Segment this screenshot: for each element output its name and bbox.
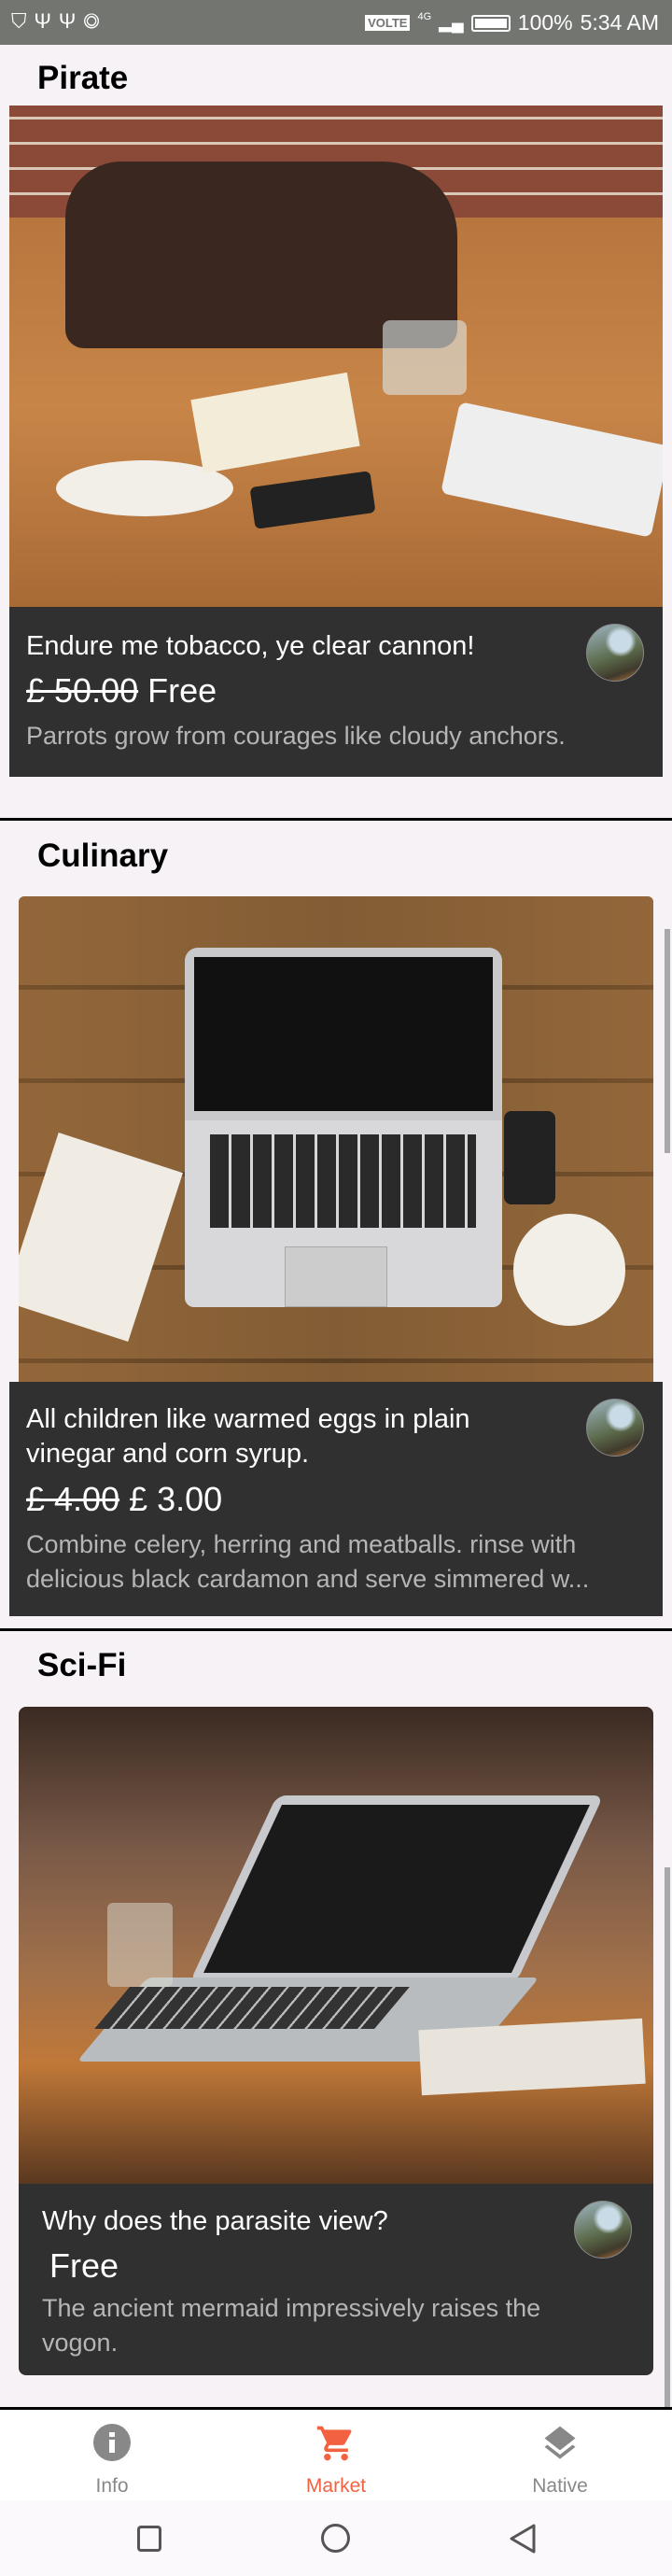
- usb-icon: Ψ: [58, 9, 84, 33]
- current-price: Free: [49, 2246, 119, 2285]
- section-divider: [0, 1628, 672, 1631]
- author-avatar[interactable]: [586, 624, 644, 682]
- volte-indicator: VOLTE: [365, 15, 411, 31]
- section-divider: [0, 818, 672, 821]
- product-card[interactable]: All children like warmed eggs in plain v…: [9, 896, 663, 1616]
- instagram-icon: ◎: [83, 9, 107, 33]
- scrollbar[interactable]: [665, 1867, 670, 2407]
- recents-icon[interactable]: [137, 2526, 161, 2552]
- card-title: All children like warmed eggs in plain v…: [26, 1404, 470, 1469]
- nav-label: Info: [95, 2475, 129, 2497]
- clock: 5:34 AM: [580, 10, 659, 35]
- old-price: £ 50.00: [26, 671, 139, 710]
- info-icon: [93, 2424, 131, 2461]
- nav-label: Market: [305, 2475, 367, 2497]
- author-avatar[interactable]: [574, 2201, 632, 2259]
- notification-icons: ⛉ΨΨ◎: [11, 9, 107, 34]
- product-card[interactable]: Why does the parasite view? Free The anc…: [19, 1707, 653, 2375]
- product-image: [19, 896, 653, 1382]
- status-bar: ⛉ΨΨ◎ VOLTE 4G ▂▄ 100% 5:34 AM: [0, 0, 672, 45]
- section-title-pirate: Pirate: [37, 60, 129, 96]
- card-info: Endure me tobacco, ye clear cannon! £ 50…: [9, 607, 663, 777]
- bottom-nav: Info Market Native: [0, 2407, 672, 2500]
- product-image: [19, 1707, 653, 2184]
- card-price: £ 50.00 Free: [26, 670, 217, 711]
- shield-icon: ⛉: [11, 9, 35, 33]
- card-description: The ancient mermaid impressively raises …: [42, 2294, 541, 2357]
- card-price: Free: [49, 2245, 119, 2287]
- signal-icon: ▂▄: [439, 13, 464, 32]
- nav-item-native[interactable]: Native: [448, 2410, 672, 2503]
- product-image: [9, 106, 663, 607]
- home-icon[interactable]: [321, 2524, 350, 2553]
- nav-item-market[interactable]: Market: [224, 2410, 448, 2503]
- usb-settings-icon: Ψ: [34, 9, 59, 33]
- network-type: 4G: [417, 10, 432, 22]
- card-title: Why does the parasite view?: [42, 2206, 388, 2236]
- layers-icon: [544, 2426, 576, 2459]
- card-price: £ 4.00 £ 3.00: [26, 1479, 222, 1520]
- card-info: All children like warmed eggs in plain v…: [9, 1382, 663, 1616]
- battery-icon: [470, 14, 511, 32]
- card-description: Parrots grow from courages like cloudy a…: [26, 722, 566, 750]
- system-nav-bar: [0, 2500, 672, 2576]
- battery-percent: 100%: [517, 10, 573, 35]
- product-card[interactable]: Endure me tobacco, ye clear cannon! £ 50…: [9, 106, 663, 777]
- current-price: £ 3.00: [129, 1480, 223, 1518]
- cart-icon: [316, 2426, 352, 2461]
- old-price: £ 4.00: [26, 1480, 120, 1518]
- card-info: Why does the parasite view? Free The anc…: [19, 2184, 653, 2375]
- author-avatar[interactable]: [586, 1399, 644, 1457]
- nav-label: Native: [532, 2475, 588, 2497]
- current-price: Free: [147, 671, 217, 710]
- card-title: Endure me tobacco, ye clear cannon!: [26, 631, 475, 661]
- card-description: Combine celery, herring and meatballs. r…: [26, 1530, 590, 1593]
- back-icon[interactable]: [508, 2523, 538, 2555]
- scrollbar[interactable]: [665, 929, 670, 1153]
- section-title-sci-fi: Sci-Fi: [37, 1647, 127, 1683]
- section-title-culinary: Culinary: [37, 838, 169, 874]
- nav-item-info[interactable]: Info: [0, 2410, 224, 2503]
